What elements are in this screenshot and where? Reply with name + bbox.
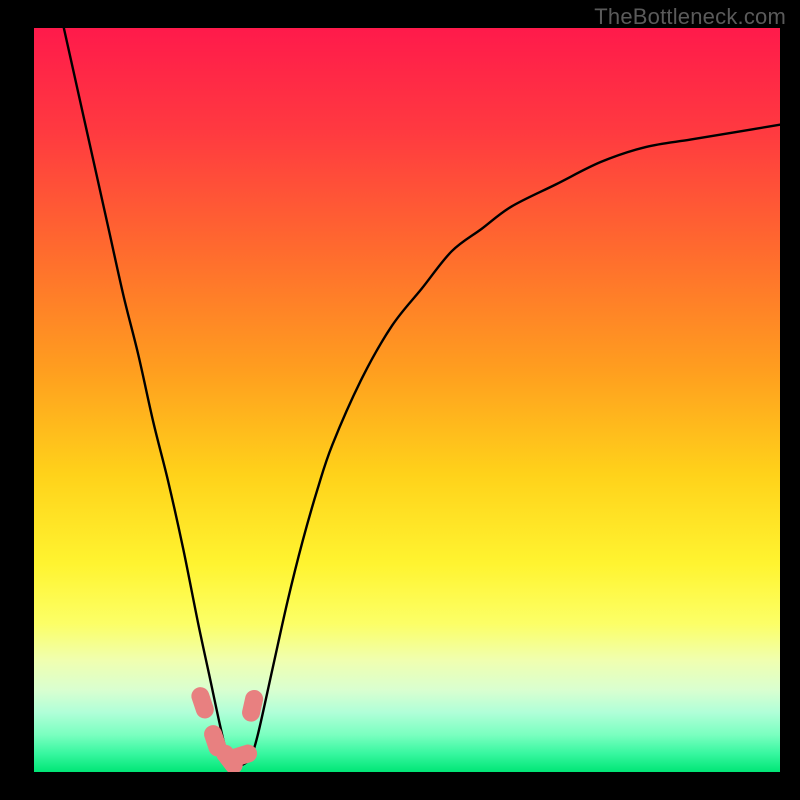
chart-plot-area (34, 28, 780, 772)
chart-svg (34, 28, 780, 772)
watermark-text: TheBottleneck.com (594, 4, 786, 30)
chart-background (34, 28, 780, 772)
chart-frame: TheBottleneck.com (0, 0, 800, 800)
